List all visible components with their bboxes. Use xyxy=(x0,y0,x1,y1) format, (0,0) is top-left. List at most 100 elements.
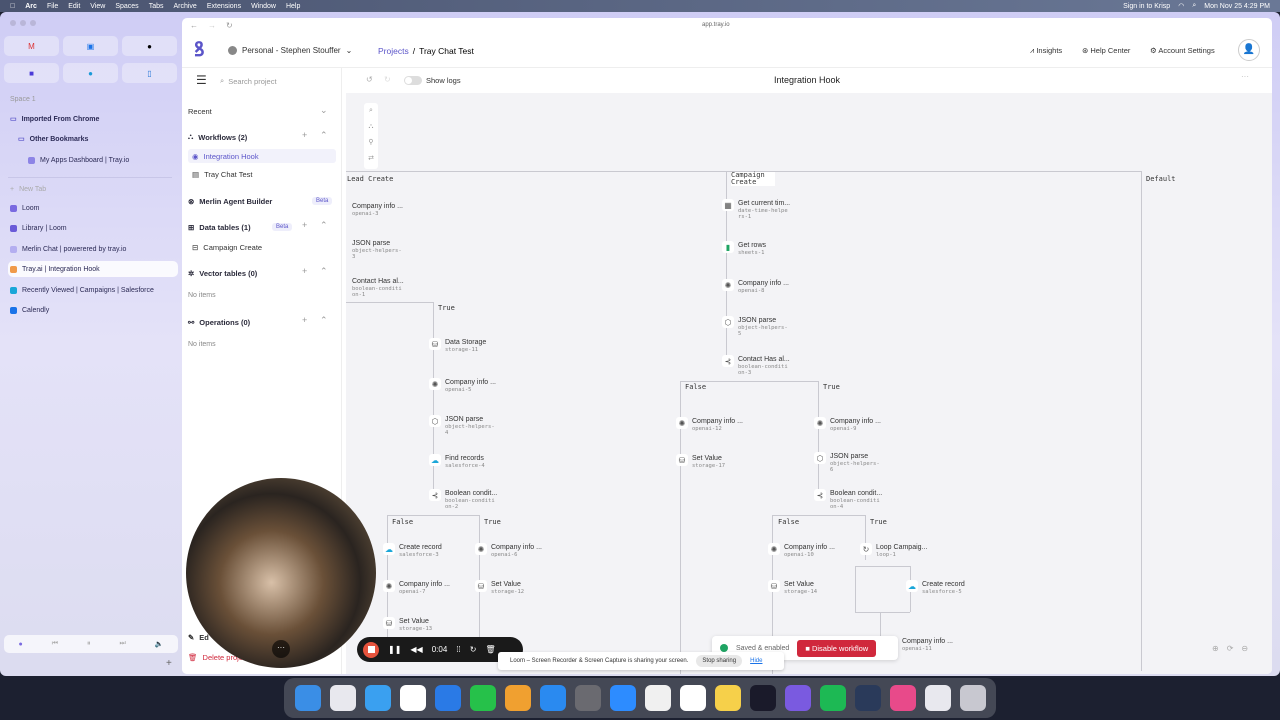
workflow-step[interactable]: ⬡ JSON parse object-helpers-4 xyxy=(429,415,497,436)
workflow-step[interactable]: ✺ Company info ... openai-5 xyxy=(429,378,496,393)
search-icon[interactable]: ⌕ xyxy=(364,103,378,119)
workflow-step[interactable]: ▦ Get current tim... date-time-helpers-1 xyxy=(722,199,790,220)
dock-app-icon[interactable] xyxy=(609,685,636,711)
tab-item[interactable]: Library | Loom xyxy=(8,220,178,236)
menu-window[interactable]: Window xyxy=(251,3,276,10)
undo-icon[interactable]: ↺ xyxy=(366,75,373,84)
menu-spaces[interactable]: Spaces xyxy=(115,3,138,10)
workflow-step[interactable]: ⛁ Set Value storage-14 xyxy=(768,580,817,595)
search-project-input[interactable]: ⌕ Search project xyxy=(220,72,338,90)
dock-app-icon[interactable] xyxy=(679,685,706,711)
pinned-app[interactable]: ▯ xyxy=(122,63,177,83)
dock-app-icon[interactable] xyxy=(294,685,321,711)
folder-other-bookmarks[interactable]: ▭ Other Bookmarks xyxy=(16,131,186,147)
tab-item[interactable]: Calendly xyxy=(8,302,178,318)
workflow-step[interactable]: ⊰ Contact Has al... boolean-condition-3 xyxy=(722,355,790,376)
webcam-bubble[interactable]: ··· xyxy=(186,478,376,668)
stop-sharing-button[interactable]: Stop sharing xyxy=(696,655,743,667)
dock-app-icon[interactable] xyxy=(924,685,951,711)
menu-file[interactable]: File xyxy=(47,3,58,10)
insights-link[interactable]: ⩘ Insights xyxy=(1030,46,1062,56)
recent-section[interactable]: Recent xyxy=(188,104,336,118)
help-center-link[interactable]: ⊛ Help Center xyxy=(1082,46,1130,55)
krisp-status[interactable]: Sign in to Krisp xyxy=(1123,3,1170,10)
window-controls[interactable] xyxy=(10,20,36,26)
workflow-step[interactable]: ✺ Company info ... openai-12 xyxy=(676,417,743,432)
dock-app-icon[interactable] xyxy=(749,685,776,711)
menu-help[interactable]: Help xyxy=(286,3,300,10)
dock-app-icon[interactable] xyxy=(714,685,741,711)
tray-logo[interactable]: ꝸ xyxy=(194,40,214,60)
pinned-gmail[interactable]: M xyxy=(4,36,59,56)
new-item-plus-icon[interactable]: + xyxy=(166,658,172,669)
menu-edit[interactable]: Edit xyxy=(68,3,80,10)
wifi-icon[interactable]: ◠ xyxy=(1178,2,1184,10)
restart-icon[interactable]: ↻ xyxy=(470,645,477,654)
dock-app-icon[interactable] xyxy=(469,685,496,711)
workflow-step[interactable]: ⊰ Boolean condit... boolean-condition-4 xyxy=(814,489,882,510)
previous-icon[interactable]: ⏮ xyxy=(52,640,58,648)
zoom-out-icon[interactable]: ⊖ xyxy=(1241,644,1248,653)
workflow-item-tray-chat-test[interactable]: ▤ Tray Chat Test xyxy=(188,167,336,181)
stop-recording-button[interactable] xyxy=(363,641,379,658)
chevron-up-icon[interactable]: ⌃ xyxy=(320,315,328,326)
bookmark-item[interactable]: My Apps Dashboard | Tray.io xyxy=(26,152,196,168)
workflow-step[interactable]: ☁ Find records salesforce-4 xyxy=(429,454,485,469)
volume-icon[interactable]: 🔈 xyxy=(155,640,164,648)
add-operation-icon[interactable]: + xyxy=(302,315,307,325)
workflow-step[interactable]: ⊰Contact Has al...boolean-condition-1 xyxy=(346,278,404,298)
connector-icon[interactable]: ⛬ xyxy=(364,119,378,135)
menu-archive[interactable]: Archive xyxy=(173,3,196,10)
workflow-step[interactable]: ✺Company info ...openai-3 xyxy=(346,203,403,217)
forward-icon[interactable]: → xyxy=(208,21,216,30)
menu-view[interactable]: View xyxy=(90,3,105,10)
dock-app-icon[interactable] xyxy=(504,685,531,711)
user-avatar[interactable]: 👤 xyxy=(1238,39,1260,61)
tab-item[interactable]: Loom xyxy=(8,200,178,216)
pause-icon[interactable]: ❚❚ xyxy=(388,645,401,654)
account-settings-link[interactable]: ⚙ Account Settings xyxy=(1150,46,1215,55)
add-vector-table-icon[interactable]: + xyxy=(302,266,307,276)
back-icon[interactable]: ← xyxy=(190,21,198,30)
dock-app-icon[interactable] xyxy=(539,685,566,711)
workflow-step[interactable]: ↻ Loop Campaig... loop-1 xyxy=(860,543,927,558)
workflow-step[interactable]: ✺ Company info ... openai-8 xyxy=(722,279,789,294)
workflow-step[interactable]: ⊰ Boolean condit... boolean-condition-2 xyxy=(429,489,497,510)
workflow-step[interactable]: ⛁ Set Value storage-13 xyxy=(383,617,432,632)
dock-app-icon[interactable] xyxy=(399,685,426,711)
add-table-icon[interactable]: + xyxy=(302,220,307,230)
menu-tabs[interactable]: Tabs xyxy=(149,3,164,10)
workflow-step[interactable]: ✺ Company info ... openai-6 xyxy=(475,543,542,558)
workflows-section[interactable]: ⛬ Workflows (2) xyxy=(188,130,336,144)
hide-button[interactable]: Hide xyxy=(750,658,762,664)
rewind-icon[interactable]: ◀◀ xyxy=(410,645,422,654)
workflow-step[interactable]: ⬡ JSON parse object-helpers-5 xyxy=(722,316,790,337)
dock-app-icon[interactable] xyxy=(574,685,601,711)
dock-app-icon[interactable] xyxy=(364,685,391,711)
grid-icon[interactable]: ⁞⁞ xyxy=(456,645,460,654)
menu-extensions[interactable]: Extensions xyxy=(207,3,241,10)
redo-icon[interactable]: ↻ xyxy=(384,75,391,84)
pause-icon[interactable]: ⏸ xyxy=(87,640,91,648)
workflow-canvas[interactable]: ⌕⛬⚲⇄ ✺Company info ...openai-3 ⬡JSON pars… xyxy=(346,93,1272,674)
show-logs-toggle[interactable] xyxy=(404,76,422,85)
workspace-selector[interactable]: Personal - Stephen Stouffer ⌄ xyxy=(228,41,352,59)
dock-app-icon[interactable] xyxy=(889,685,916,711)
more-icon[interactable]: ··· xyxy=(1241,72,1249,81)
data-table-item[interactable]: ⊟ Campaign Create xyxy=(188,240,336,254)
data-tables-section[interactable]: ⊞ Data tables (1) xyxy=(188,220,336,234)
pin-icon[interactable]: ⚲ xyxy=(364,135,378,151)
dock-app-icon[interactable] xyxy=(329,685,356,711)
vector-tables-section[interactable]: ✲ Vector tables (0) xyxy=(188,266,336,280)
dock-app-icon[interactable] xyxy=(854,685,881,711)
pinned-app[interactable]: ● xyxy=(122,36,177,56)
zoom-in-icon[interactable]: ⊕ xyxy=(1212,644,1219,653)
shuffle-icon[interactable]: ⇄ xyxy=(364,151,378,167)
apple-icon[interactable]:  xyxy=(10,3,15,10)
pinned-app[interactable]: ■ xyxy=(4,63,59,83)
dock-app-icon[interactable] xyxy=(784,685,811,711)
reload-icon[interactable]: ↻ xyxy=(226,21,233,30)
workflow-step[interactable]: ✺ Company info ... openai-9 xyxy=(814,417,881,432)
workflow-step[interactable]: ⬡JSON parseobject-helpers-3 xyxy=(346,240,404,260)
workflow-step[interactable]: ✺ Company info ... openai-10 xyxy=(768,543,835,558)
